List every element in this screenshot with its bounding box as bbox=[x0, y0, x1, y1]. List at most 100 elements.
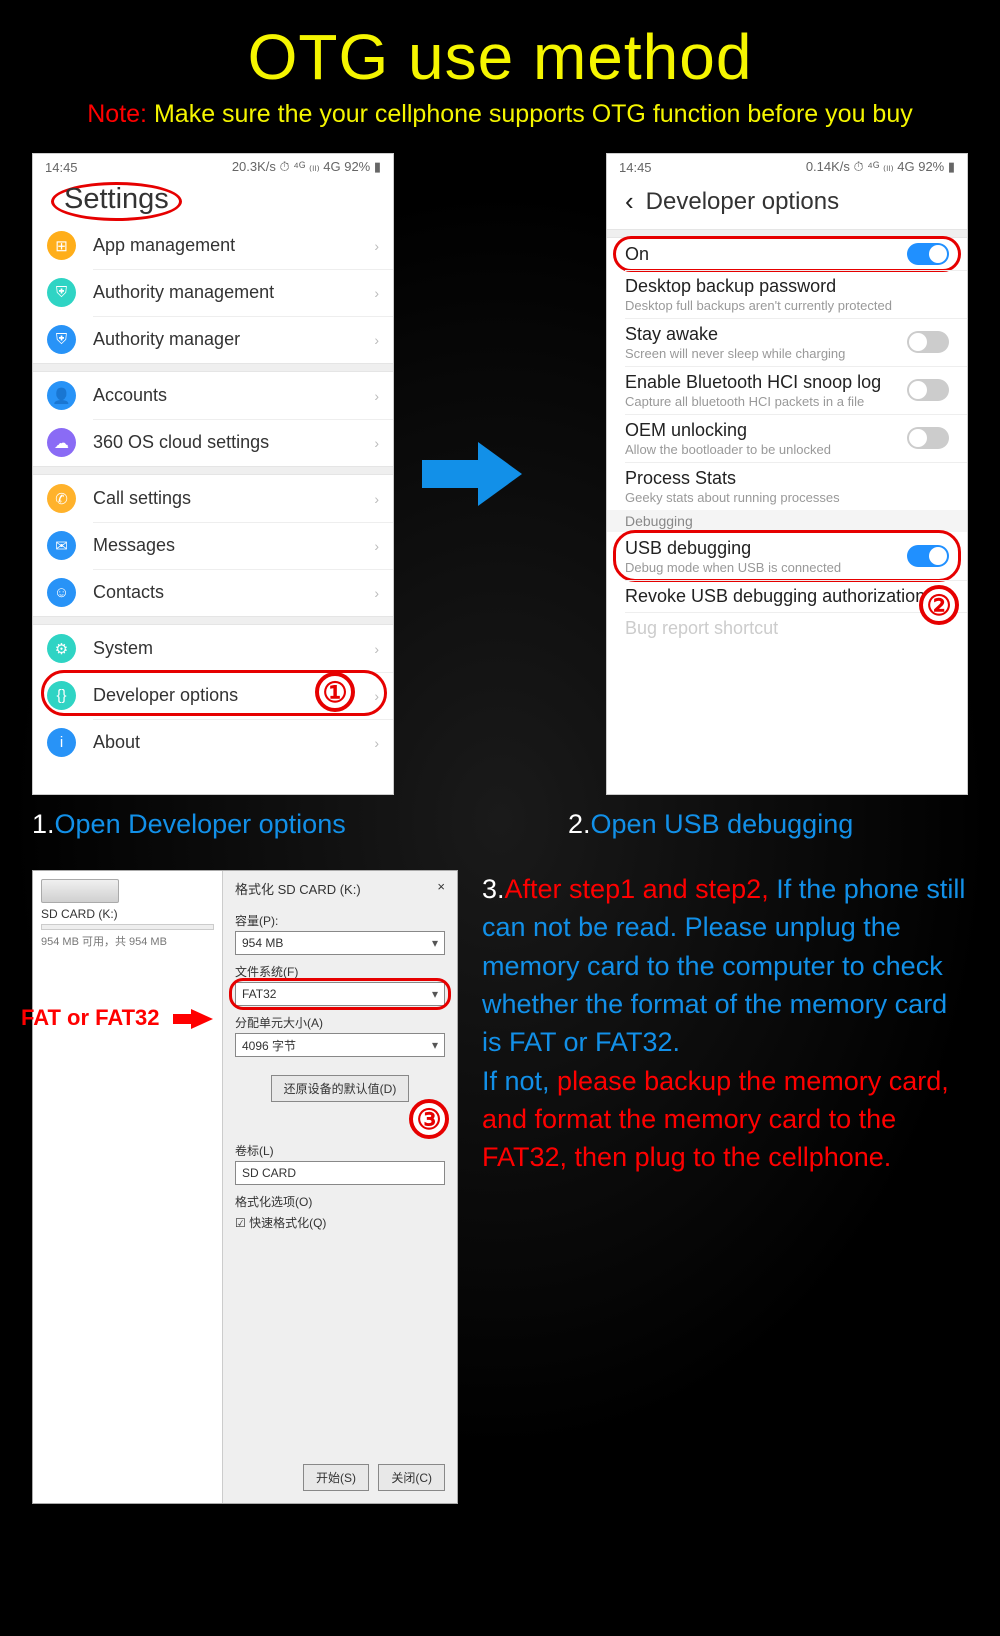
row-sub: Allow the bootloader to be unlocked bbox=[625, 442, 949, 457]
note-text: Make sure the your cellphone supports OT… bbox=[154, 100, 913, 128]
row-label: About bbox=[93, 732, 140, 753]
quick-format-checkbox[interactable]: ☑ 快速格式化(Q) bbox=[235, 1214, 445, 1231]
status-right: 20.3K/s ⏱ ⁴ᴳ ₍ₗₗ₎ 4G 92% ▮ bbox=[232, 159, 381, 175]
dev-row[interactable]: Stay awakeScreen will never sleep while … bbox=[607, 318, 967, 366]
section-label: Debugging bbox=[607, 510, 967, 532]
step3-text: 3.After step1 and step2, If the phone st… bbox=[458, 870, 968, 1504]
settings-row[interactable]: ⛨Authority manager› bbox=[33, 316, 393, 363]
chevron-icon: › bbox=[374, 688, 379, 704]
row-sub: Debug mode when USB is connected bbox=[625, 560, 949, 575]
fs-dropdown[interactable]: FAT32 bbox=[235, 982, 445, 1006]
dev-row[interactable]: Desktop backup passwordDesktop full back… bbox=[607, 270, 967, 318]
settings-row[interactable]: i About › bbox=[33, 719, 393, 766]
chevron-icon: › bbox=[374, 238, 379, 254]
dev-row[interactable]: Enable Bluetooth HCI snoop logCapture al… bbox=[607, 366, 967, 414]
badge-step-1: ① bbox=[315, 672, 355, 712]
row-icon: i bbox=[47, 728, 76, 757]
toggle[interactable] bbox=[907, 427, 949, 449]
drive-bar bbox=[41, 924, 214, 930]
row-label: Messages bbox=[93, 535, 175, 556]
drive-sub: 954 MB 可用，共 954 MB bbox=[41, 933, 214, 949]
row-icon: {} bbox=[47, 681, 76, 710]
back-icon[interactable]: ‹ bbox=[625, 186, 634, 217]
step3-num: 3. bbox=[482, 874, 505, 904]
explorer-left: SD CARD (K:) 954 MB 可用，共 954 MB FAT or F… bbox=[33, 871, 223, 1503]
close-icon[interactable]: × bbox=[437, 879, 445, 898]
chevron-icon: › bbox=[374, 641, 379, 657]
fat-label: FAT or FAT32 bbox=[21, 1005, 160, 1031]
settings-row[interactable]: ✉Messages› bbox=[33, 522, 393, 569]
chevron-icon: › bbox=[374, 491, 379, 507]
vol-input[interactable]: SD CARD bbox=[235, 1161, 445, 1185]
row-icon: ⛨ bbox=[47, 325, 76, 354]
row-icon: ✆ bbox=[47, 484, 76, 513]
row-label: Developer options bbox=[93, 685, 238, 706]
alloc-dropdown[interactable]: 4096 字节 bbox=[235, 1033, 445, 1057]
row-label: 360 OS cloud settings bbox=[93, 432, 269, 453]
developer-header: ‹ Developer options bbox=[607, 180, 967, 229]
toggle[interactable] bbox=[907, 243, 949, 265]
settings-row[interactable]: ✆ Call settings › bbox=[33, 475, 393, 522]
row-icon: ☁ bbox=[47, 428, 76, 457]
toggle[interactable] bbox=[907, 379, 949, 401]
captions-row: 1.Open Developer options 2.Open USB debu… bbox=[0, 795, 1000, 852]
chevron-icon: › bbox=[374, 435, 379, 451]
chevron-icon: › bbox=[374, 735, 379, 751]
row-label: Authority manager bbox=[93, 329, 240, 350]
row-icon: 👤 bbox=[47, 381, 76, 410]
drive-icon bbox=[41, 879, 119, 903]
step3-r1: After step1 and step2, bbox=[505, 874, 769, 904]
developer-list: OnDesktop backup passwordDesktop full ba… bbox=[607, 238, 967, 644]
settings-row[interactable]: ⚙ System › bbox=[33, 625, 393, 672]
fmt-opts-label: 格式化选项(O) bbox=[235, 1193, 445, 1210]
dev-row[interactable]: USB debuggingDebug mode when USB is conn… bbox=[607, 532, 967, 580]
settings-row[interactable]: 👤 Accounts › bbox=[33, 372, 393, 419]
dialog-title: 格式化 SD CARD (K:) bbox=[235, 879, 361, 898]
row-main: Stay awake bbox=[625, 324, 949, 345]
row-main: Bug report shortcut bbox=[625, 618, 949, 639]
toggle[interactable] bbox=[907, 331, 949, 353]
dev-row[interactable]: On bbox=[607, 238, 967, 270]
dev-row[interactable]: Revoke USB debugging authorizations bbox=[607, 580, 967, 612]
dialog-buttons: 开始(S) 关闭(C) bbox=[303, 1464, 445, 1491]
dev-row[interactable]: Bug report shortcut bbox=[607, 612, 967, 644]
dev-row[interactable]: OEM unlockingAllow the bootloader to be … bbox=[607, 414, 967, 462]
step3-b2: If not, bbox=[482, 1066, 557, 1096]
row-icon: ⚙ bbox=[47, 634, 76, 663]
arrow-between bbox=[394, 442, 606, 506]
row-main: Desktop backup password bbox=[625, 276, 949, 297]
close-button[interactable]: 关闭(C) bbox=[378, 1464, 445, 1491]
note-line: Note: Make sure the your cellphone suppo… bbox=[0, 94, 1000, 153]
settings-row[interactable]: ☺Contacts› bbox=[33, 569, 393, 616]
settings-row[interactable]: ☁ 360 OS cloud settings › bbox=[33, 419, 393, 466]
start-button[interactable]: 开始(S) bbox=[303, 1464, 369, 1491]
dev-row[interactable]: Process StatsGeeky stats about running p… bbox=[607, 462, 967, 510]
vol-label: 卷标(L) bbox=[235, 1142, 445, 1159]
row-sub: Capture all bluetooth HCI packets in a f… bbox=[625, 394, 949, 409]
status-right: 0.14K/s ⏱ ⁴ᴳ ₍ₗₗ₎ 4G 92% ▮ bbox=[806, 159, 955, 175]
caption-2: 2.Open USB debugging bbox=[500, 795, 968, 852]
dialog-titlebar: 格式化 SD CARD (K:) × bbox=[235, 879, 445, 904]
toggle[interactable] bbox=[907, 545, 949, 567]
capacity-dropdown[interactable]: 954 MB bbox=[235, 931, 445, 955]
chevron-icon: › bbox=[374, 285, 379, 301]
red-arrow-icon bbox=[191, 1009, 213, 1029]
chevron-icon: › bbox=[374, 388, 379, 404]
status-time: 14:45 bbox=[45, 160, 78, 175]
caption-1-num: 1. bbox=[32, 809, 55, 839]
row-label: System bbox=[93, 638, 153, 659]
badge-step-2: ② bbox=[919, 585, 959, 625]
screenshot-format-dialog: SD CARD (K:) 954 MB 可用，共 954 MB FAT or F… bbox=[32, 870, 458, 1504]
restore-defaults-button[interactable]: 还原设备的默认值(D) bbox=[271, 1075, 410, 1102]
settings-row[interactable]: ⊞App management› bbox=[33, 222, 393, 269]
drive-title: SD CARD (K:) bbox=[41, 907, 214, 921]
row-label: Call settings bbox=[93, 488, 191, 509]
caption-1: 1.Open Developer options bbox=[32, 795, 500, 852]
row-sub: Screen will never sleep while charging bbox=[625, 346, 949, 361]
settings-row[interactable]: ⛨Authority management› bbox=[33, 269, 393, 316]
row-screenshots: 14:45 20.3K/s ⏱ ⁴ᴳ ₍ₗₗ₎ 4G 92% ▮ Setting… bbox=[0, 153, 1000, 795]
row-main: Revoke USB debugging authorizations bbox=[625, 586, 949, 607]
settings-header: Settings bbox=[33, 180, 393, 222]
row-label: Accounts bbox=[93, 385, 167, 406]
screenshot-developer: 14:45 0.14K/s ⏱ ⁴ᴳ ₍ₗₗ₎ 4G 92% ▮ ‹ Devel… bbox=[606, 153, 968, 795]
